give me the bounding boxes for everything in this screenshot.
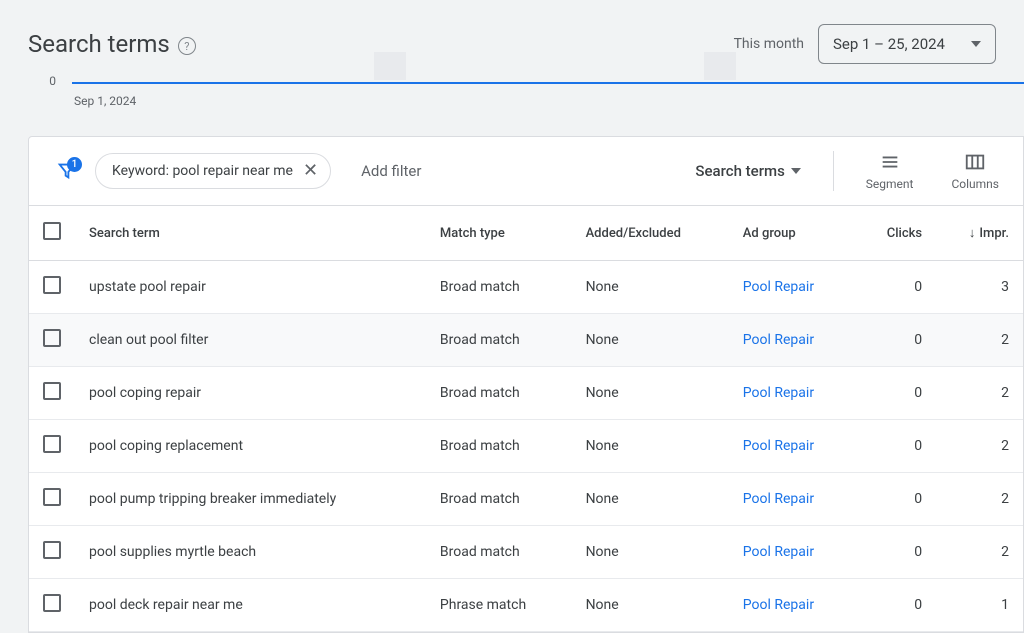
cell-added-excluded: None [572,420,729,473]
table-row: pool supplies myrtle beachBroad matchNon… [29,526,1023,579]
row-checkbox[interactable] [43,594,61,612]
cell-added-excluded: None [572,526,729,579]
cell-impr: 2 [936,314,1023,367]
cell-added-excluded: None [572,367,729,420]
cell-match-type: Broad match [426,261,572,314]
col-checkbox [29,206,75,261]
cell-match-type: Broad match [426,526,572,579]
results-card: 1 Keyword: pool repair near me ✕ Add fil… [28,136,1024,633]
cell-search-term: pool coping repair [75,367,426,420]
row-checkbox[interactable] [43,276,61,294]
table-row: clean out pool filterBroad matchNone Pool… [29,314,1023,367]
period-label: This month [734,36,804,52]
cell-added-excluded: None [572,261,729,314]
col-added-excluded[interactable]: Added/Excluded [572,206,729,261]
cell-search-term: clean out pool filter [75,314,426,367]
cell-clicks: 0 [855,367,936,420]
view-dropdown[interactable]: Search terms [683,154,812,188]
select-all-checkbox[interactable] [43,222,61,240]
cell-clicks: 0 [855,579,936,632]
toolbar: 1 Keyword: pool repair near me ✕ Add fil… [29,137,1023,205]
chart-bar-placeholder [374,52,406,80]
divider [833,151,834,191]
col-match-type[interactable]: Match type [426,206,572,261]
cell-impr: 2 [936,473,1023,526]
cell-impr: 3 [936,261,1023,314]
table-row: pool coping repairBroad matchNone Pool Re… [29,367,1023,420]
columns-button[interactable]: Columns [939,149,1011,193]
cell-added-excluded: None [572,473,729,526]
col-impr[interactable]: ↓Impr. [936,206,1023,261]
cell-clicks: 0 [855,261,936,314]
table-row: pool pump tripping breaker immediatelyBr… [29,473,1023,526]
cell-search-term: pool supplies myrtle beach [75,526,426,579]
cell-impr: 2 [936,420,1023,473]
filter-chip-keyword[interactable]: Keyword: pool repair near me ✕ [95,153,331,189]
cell-clicks: 0 [855,314,936,367]
cell-added-excluded: None [572,579,729,632]
col-clicks[interactable]: Clicks [855,206,936,261]
chevron-down-icon [791,168,801,174]
search-terms-table: Search term Match type Added/Excluded Ad… [29,205,1023,632]
chart-line [72,82,1024,84]
cell-match-type: Broad match [426,420,572,473]
columns-label: Columns [951,177,999,191]
columns-icon [964,151,986,173]
view-dropdown-label: Search terms [695,162,784,180]
cell-search-term: pool coping replacement [75,420,426,473]
col-search-term[interactable]: Search term [75,206,426,261]
cell-impr: 1 [936,579,1023,632]
cell-match-type: Broad match [426,314,572,367]
cell-clicks: 0 [855,526,936,579]
date-range-picker[interactable]: Sep 1 – 25, 2024 [818,24,996,64]
row-checkbox[interactable] [43,382,61,400]
table-row: pool coping replacementBroad matchNone Po… [29,420,1023,473]
cell-match-type: Broad match [426,473,572,526]
ad-group-link[interactable]: Pool Repair [743,544,814,560]
chart-x-tick: Sep 1, 2024 [74,94,136,108]
filter-chip-label: Keyword: pool repair near me [112,163,293,179]
date-range-text: Sep 1 – 25, 2024 [833,35,945,53]
arrow-down-icon: ↓ [969,226,976,241]
ad-group-link[interactable]: Pool Repair [743,332,814,348]
cell-clicks: 0 [855,473,936,526]
page-title: Search terms [28,30,170,58]
cell-added-excluded: None [572,314,729,367]
cell-impr: 2 [936,526,1023,579]
chart-area: 0 Sep 1, 2024 [0,80,1024,128]
segment-icon [879,151,901,173]
row-checkbox[interactable] [43,488,61,506]
row-checkbox[interactable] [43,435,61,453]
chart-y-tick: 0 [49,74,56,88]
table-row: upstate pool repairBroad matchNone Pool R… [29,261,1023,314]
header: Search terms ? This month Sep 1 – 25, 20… [0,0,1024,80]
ad-group-link[interactable]: Pool Repair [743,279,814,295]
table-row: pool deck repair near mePhrase matchNone… [29,579,1023,632]
ad-group-link[interactable]: Pool Repair [743,491,814,507]
filter-funnel-button[interactable]: 1 [41,160,81,182]
add-filter-button[interactable]: Add filter [345,154,437,188]
ad-group-link[interactable]: Pool Repair [743,597,814,613]
cell-clicks: 0 [855,420,936,473]
col-ad-group[interactable]: Ad group [729,206,856,261]
segment-label: Segment [866,177,914,191]
cell-search-term: pool deck repair near me [75,579,426,632]
cell-search-term: pool pump tripping breaker immediately [75,473,426,526]
cell-match-type: Phrase match [426,579,572,632]
segment-button[interactable]: Segment [854,149,926,193]
row-checkbox[interactable] [43,329,61,347]
help-icon[interactable]: ? [178,37,196,55]
cell-match-type: Broad match [426,367,572,420]
chart-bar-placeholder [704,52,736,80]
cell-search-term: upstate pool repair [75,261,426,314]
ad-group-link[interactable]: Pool Repair [743,385,814,401]
close-icon[interactable]: ✕ [303,162,318,180]
cell-impr: 2 [936,367,1023,420]
filter-count-badge: 1 [67,157,82,172]
chevron-down-icon [971,41,981,47]
ad-group-link[interactable]: Pool Repair [743,438,814,454]
row-checkbox[interactable] [43,541,61,559]
